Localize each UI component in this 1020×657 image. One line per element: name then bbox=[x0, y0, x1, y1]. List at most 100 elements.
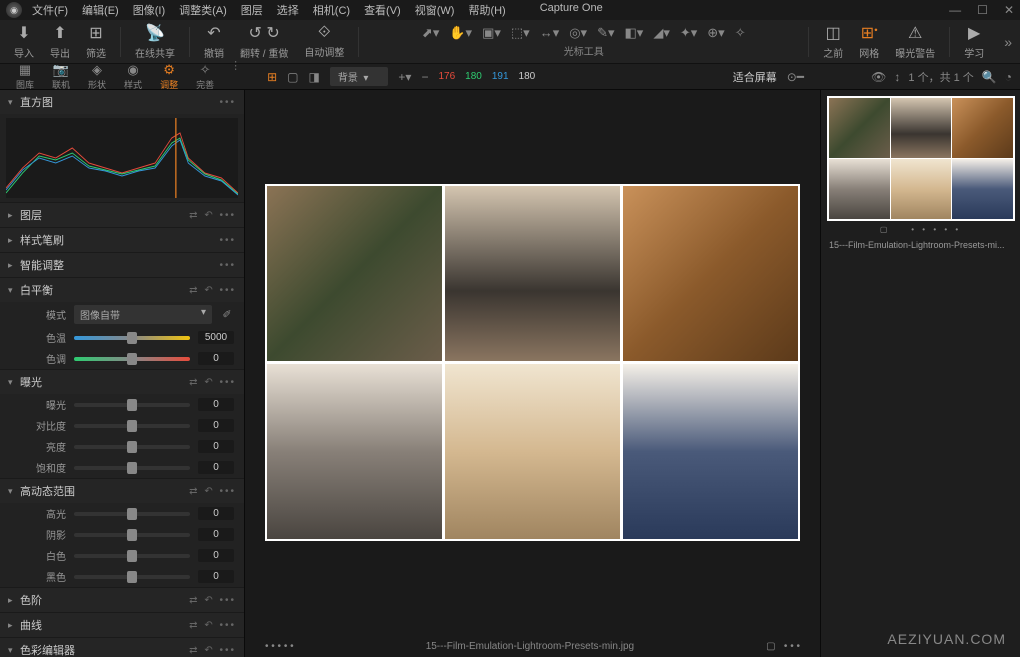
tab-adjust[interactable]: ⚙调整 bbox=[152, 59, 186, 94]
wb-mode-select[interactable]: 图像自带▾ bbox=[74, 305, 212, 324]
highlight-slider[interactable] bbox=[74, 512, 190, 516]
eraser-icon[interactable]: ◧▾ bbox=[625, 25, 644, 41]
exposure-slider[interactable] bbox=[74, 403, 190, 407]
cursor-tools-label: 光标工具 bbox=[564, 43, 604, 58]
layers-header[interactable]: ▸图层⇄ ↶ ••• bbox=[0, 203, 244, 227]
close-button[interactable]: ✕ bbox=[1004, 3, 1014, 17]
eyedropper-icon[interactable]: ✐ bbox=[220, 308, 234, 321]
magic-icon: ⟐ bbox=[318, 24, 331, 42]
tint-value[interactable]: 0 bbox=[198, 352, 234, 365]
view-grid-icon[interactable]: ⊞ bbox=[267, 70, 277, 84]
filter-button[interactable]: ⊞筛选 bbox=[80, 21, 112, 62]
shadow-slider[interactable] bbox=[74, 533, 190, 537]
filename-label: 15---Film-Emulation-Lightroom-Presets-mi… bbox=[426, 641, 634, 652]
kelvin-slider[interactable] bbox=[74, 336, 190, 340]
camera-icon: 📷 bbox=[53, 62, 69, 78]
tab-refine[interactable]: ✧完善 bbox=[188, 59, 222, 94]
mode-label: 模式 bbox=[10, 307, 66, 322]
tab-tether[interactable]: 📷联机 bbox=[44, 59, 78, 94]
liveshare-button[interactable]: 📡在线共享 bbox=[129, 21, 181, 62]
menu-adjust[interactable]: 调整类(A) bbox=[179, 2, 227, 18]
more-icon[interactable]: ⋮ bbox=[224, 59, 247, 94]
levels-header[interactable]: ▸色阶⇄ ↶ ••• bbox=[0, 588, 244, 612]
rating-dots[interactable]: • • • • • bbox=[265, 641, 294, 652]
white-slider[interactable] bbox=[74, 554, 190, 558]
picker-icon[interactable]: ✧ bbox=[735, 25, 746, 41]
tab-shape[interactable]: ◈形状 bbox=[80, 59, 114, 94]
stylebrush-header[interactable]: ▸样式笔刷••• bbox=[0, 228, 244, 252]
heal-icon[interactable]: ✦▾ bbox=[680, 25, 697, 41]
hdr-header[interactable]: ▾高动态范围⇄ ↶ ••• bbox=[0, 479, 244, 503]
brightness-slider[interactable] bbox=[74, 445, 190, 449]
view-proof-icon[interactable]: ◨ bbox=[309, 70, 320, 84]
tint-label: 色调 bbox=[10, 351, 66, 366]
tab-style[interactable]: ◉样式 bbox=[116, 59, 150, 94]
spot-icon[interactable]: ◎▾ bbox=[569, 25, 587, 41]
zoom-fit[interactable]: 适合屏幕 bbox=[733, 69, 777, 85]
whitebalance-header[interactable]: ▾白平衡⇄ ↶ ••• bbox=[0, 278, 244, 302]
menu-layer[interactable]: 图层 bbox=[241, 2, 263, 18]
background-select[interactable]: 背景 ▾ bbox=[330, 67, 389, 86]
tag-box[interactable]: ▢ • • • bbox=[766, 641, 800, 652]
minimize-button[interactable]: — bbox=[949, 3, 961, 17]
maximize-button[interactable]: ☐ bbox=[977, 3, 988, 17]
rotate-button[interactable]: ↺ ↻翻转 / 重做 bbox=[234, 21, 294, 62]
tab-library[interactable]: ▦图库 bbox=[8, 59, 42, 94]
thumb-rating[interactable]: ▢ • • • • • bbox=[827, 221, 1014, 238]
refine-icon: ✧ bbox=[200, 62, 211, 78]
gradient-icon[interactable]: ◢▾ bbox=[653, 25, 670, 41]
expwarn-button[interactable]: ⚠曝光警告 bbox=[889, 21, 941, 62]
play-icon: ▶ bbox=[968, 23, 980, 43]
crop-icon[interactable]: ⬚▾ bbox=[511, 25, 530, 41]
learn-button[interactable]: ▶学习 bbox=[958, 21, 990, 62]
menu-view[interactable]: 查看(V) bbox=[364, 2, 401, 18]
exposure-header[interactable]: ▾曝光⇄ ↶ ••• bbox=[0, 370, 244, 394]
add-icon[interactable]: +▾ bbox=[398, 70, 411, 84]
search-icon[interactable]: 🔍 bbox=[982, 70, 997, 84]
cursor-tools: ⬈▾ ✋▾ ▣▾ ⬚▾ ↔▾ ◎▾ ✎▾ ◧▾ ◢▾ ✦▾ ⊕▾ ✧ bbox=[422, 25, 746, 41]
bucket-icon[interactable]: ▣▾ bbox=[482, 25, 501, 41]
export-icon: ⬆ bbox=[53, 23, 66, 43]
clone-icon[interactable]: ⊕▾ bbox=[707, 25, 724, 41]
app-logo: ◉ bbox=[6, 2, 22, 18]
viewer-canvas[interactable] bbox=[245, 90, 820, 635]
sort-icon[interactable]: ↕ bbox=[894, 70, 900, 84]
import-button[interactable]: ⬇导入 bbox=[8, 21, 40, 62]
histogram-header[interactable]: ▾直方图••• bbox=[0, 90, 244, 114]
straighten-icon[interactable]: ↔▾ bbox=[540, 25, 560, 41]
coloreditor-header[interactable]: ▾色彩编辑器⇄ ↶ ••• bbox=[0, 638, 244, 657]
menu-window[interactable]: 视窗(W) bbox=[415, 2, 455, 18]
export-button[interactable]: ⬆导出 bbox=[44, 21, 76, 62]
filter-icon-2[interactable]: ◔ bbox=[1005, 70, 1012, 84]
kelvin-value[interactable]: 5000 bbox=[198, 331, 234, 344]
undo-button[interactable]: ↶撤销 bbox=[198, 21, 230, 62]
menu-file[interactable]: 文件(F) bbox=[32, 2, 68, 18]
menu-select[interactable]: 选择 bbox=[277, 2, 299, 18]
menu-camera[interactable]: 相机(C) bbox=[313, 2, 350, 18]
eye-icon[interactable]: 👁 bbox=[871, 70, 886, 84]
remove-icon[interactable]: − bbox=[421, 70, 428, 84]
view-single-icon[interactable]: ▢ bbox=[287, 70, 298, 84]
zoom-icon[interactable]: ⊙━ bbox=[787, 70, 804, 84]
pointer-icon[interactable]: ⬈▾ bbox=[422, 25, 439, 41]
before-button[interactable]: ◫之前 bbox=[817, 21, 849, 62]
overflow-icon[interactable]: » bbox=[1004, 34, 1012, 50]
warning-icon: ⚠ bbox=[908, 23, 922, 43]
menu-help[interactable]: 帮助(H) bbox=[468, 2, 505, 18]
menu-image[interactable]: 图像(I) bbox=[133, 2, 165, 18]
thumbnail[interactable] bbox=[827, 96, 1015, 221]
smartadjust-header[interactable]: ▸智能调整••• bbox=[0, 253, 244, 277]
rgb-readout: 176 180 191 180 bbox=[438, 71, 535, 82]
thumb-filename: 15---Film-Emulation-Lightroom-Presets-mi… bbox=[827, 238, 1014, 252]
grid-button[interactable]: ⊞●网格 bbox=[853, 21, 885, 62]
contrast-slider[interactable] bbox=[74, 424, 190, 428]
saturation-slider[interactable] bbox=[74, 466, 190, 470]
autoadjust-button[interactable]: ⟐自动调整 bbox=[298, 22, 350, 61]
black-slider[interactable] bbox=[74, 575, 190, 579]
browser-panel: ▢ • • • • • 15---Film-Emulation-Lightroo… bbox=[820, 90, 1020, 657]
brush-icon[interactable]: ✎▾ bbox=[597, 25, 614, 41]
hand-icon[interactable]: ✋▾ bbox=[449, 25, 472, 41]
curves-header[interactable]: ▸曲线⇄ ↶ ••• bbox=[0, 613, 244, 637]
tint-slider[interactable] bbox=[74, 357, 190, 361]
menu-edit[interactable]: 编辑(E) bbox=[82, 2, 119, 18]
